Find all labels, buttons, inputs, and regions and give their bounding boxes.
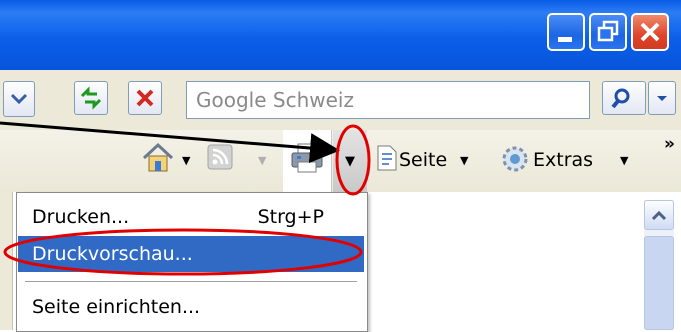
minimize-icon [558,37,572,42]
page-dropdown-icon[interactable]: ▼ [460,154,468,167]
menu-item-print-preview[interactable]: Druckvorschau... [18,236,364,272]
close-window-button[interactable] [631,13,669,51]
scroll-up-button[interactable] [644,200,674,230]
chevron-down-icon [657,96,667,101]
refresh-button[interactable] [74,81,108,115]
menu-separator [25,281,357,282]
page-menu-label[interactable]: Seite [399,148,447,172]
search-input[interactable]: Google Schweiz [186,81,590,119]
printer-icon [291,143,323,173]
home-dropdown-icon[interactable]: ▼ [182,154,190,167]
feeds-dropdown-icon: ▼ [258,154,267,167]
chevron-down-icon [10,93,28,105]
window-titlebar [0,0,681,70]
home-icon[interactable] [140,140,176,174]
restore-icon [597,20,619,42]
stop-icon [136,89,154,107]
menu-item-label: Druckvorschau... [32,243,193,265]
print-dropdown-menu: Drucken... Strg+P Druckvorschau... Seite… [16,192,368,332]
page-icon [377,145,397,171]
chevron-up-icon [651,210,667,221]
tools-menu-label[interactable]: Extras [533,148,593,172]
menu-item-page-setup[interactable]: Seite einrichten... [18,289,364,325]
toolbar-overflow-button[interactable]: » [664,134,675,154]
menu-item-print[interactable]: Drucken... Strg+P [18,199,364,235]
maximize-button[interactable] [589,13,627,51]
minimize-button[interactable] [547,13,585,51]
chevron-down-icon: ▼ [345,154,355,169]
address-toolbar: Google Schweiz [0,70,681,131]
stop-button[interactable] [128,81,162,115]
left-frame-edge [0,192,13,330]
gear-icon [502,146,528,172]
search-icon [611,88,630,109]
search-button[interactable] [602,81,646,115]
refresh-icon [80,86,102,110]
menu-item-label: Seite einrichten... [32,296,201,318]
command-bar: ▼ ▼ ▼ Seite ▼ Extras ▼ » [0,130,681,192]
scroll-thumb[interactable] [644,236,674,330]
feeds-icon[interactable] [207,144,233,170]
menu-item-shortcut: Strg+P [257,206,324,228]
menu-item-label: Drucken... [32,206,130,228]
search-options-button[interactable] [648,81,676,115]
close-icon [640,22,660,42]
address-dropdown-button[interactable] [3,81,35,117]
vertical-scrollbar[interactable] [644,200,674,330]
tools-dropdown-icon[interactable]: ▼ [620,154,628,167]
